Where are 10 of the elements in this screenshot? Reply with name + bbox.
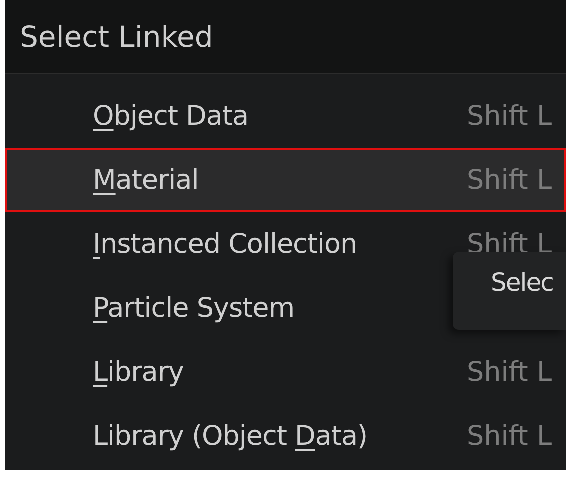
- shortcut-label: Shift L: [467, 100, 552, 132]
- menu-item[interactable]: Material Shift L: [5, 148, 566, 212]
- menu-item[interactable]: Library (Object Data) Shift L: [5, 404, 566, 468]
- shortcut-label: Shift L: [467, 164, 552, 196]
- menu-item[interactable]: Object Data Shift L: [5, 84, 566, 148]
- shortcut-label: Shift L: [467, 356, 552, 388]
- shortcut-label: Shift L: [467, 420, 552, 452]
- tooltip: Selec: [453, 252, 566, 330]
- menu-item[interactable]: Library Shift L: [5, 340, 566, 404]
- menu-title: Select Linked: [20, 20, 214, 54]
